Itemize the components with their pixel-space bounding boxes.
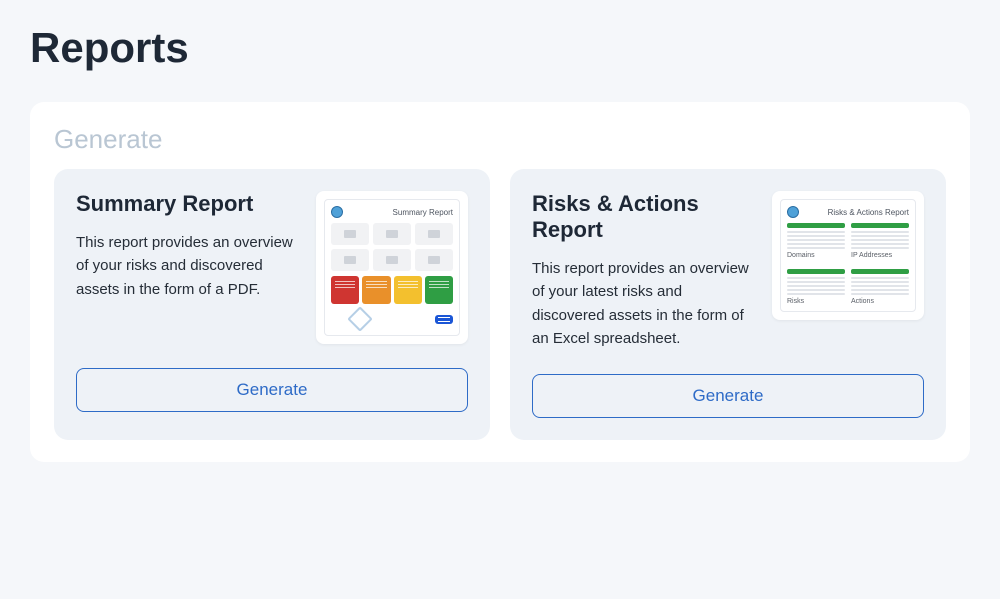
risks-card-description: This report provides an overview of your… (532, 257, 756, 350)
risks-section-label: Actions (851, 298, 909, 305)
risks-preview-title: Risks & Actions Report (828, 208, 909, 217)
summary-preview-severity-row (331, 276, 453, 304)
summary-preview-title: Summary Report (393, 208, 453, 217)
generate-risks-button[interactable]: Generate (532, 374, 924, 418)
severity-tile-high (362, 276, 390, 304)
severity-tile-low (425, 276, 453, 304)
risks-preview-section-risks: Risks (787, 265, 845, 305)
kpi-cell (331, 249, 369, 271)
risks-card-title: Risks & Actions Report (532, 191, 756, 243)
kpi-cell (415, 223, 453, 245)
risks-section-label: Domains (787, 252, 845, 259)
generate-summary-button[interactable]: Generate (76, 368, 468, 412)
severity-tile-medium (394, 276, 422, 304)
card-text: Risks & Actions Report This report provi… (532, 191, 756, 350)
cards-row: Summary Report This report provides an o… (54, 169, 946, 440)
card-top: Risks & Actions Report This report provi… (532, 191, 924, 350)
summary-card-title: Summary Report (76, 191, 300, 217)
logo-icon (787, 206, 799, 218)
risks-report-preview: Risks & Actions Report Domains (772, 191, 924, 320)
risks-preview-section-ip-addresses: IP Addresses (851, 223, 909, 259)
kpi-cell (415, 249, 453, 271)
risks-section-label: IP Addresses (851, 252, 909, 259)
diamond-icon (347, 306, 372, 331)
kpi-cell (373, 223, 411, 245)
preview-header: Risks & Actions Report (787, 206, 909, 218)
card-risks-actions-report: Risks & Actions Report This report provi… (510, 169, 946, 440)
risks-preview-grid: Domains IP Addresses Ri (787, 223, 909, 305)
panel-title: Generate (54, 124, 946, 155)
page-title: Reports (30, 24, 970, 72)
kpi-cell (373, 249, 411, 271)
summary-card-description: This report provides an overview of your… (76, 231, 300, 301)
severity-tile-critical (331, 276, 359, 304)
card-text: Summary Report This report provides an o… (76, 191, 300, 301)
risks-preview-page: Risks & Actions Report Domains (780, 199, 916, 312)
kpi-cell (331, 223, 369, 245)
risks-preview-section-domains: Domains (787, 223, 845, 259)
logo-icon (331, 206, 343, 218)
summary-preview-kpi-grid (331, 223, 453, 271)
card-summary-report: Summary Report This report provides an o… (54, 169, 490, 440)
chart-pill-icon (435, 315, 453, 324)
summary-preview-footer (331, 309, 453, 329)
risks-section-label: Risks (787, 298, 845, 305)
generate-panel: Generate Summary Report This report prov… (30, 102, 970, 462)
preview-header: Summary Report (331, 206, 453, 218)
summary-preview-page: Summary Report (324, 199, 460, 336)
risks-preview-section-actions: Actions (851, 265, 909, 305)
summary-report-preview: Summary Report (316, 191, 468, 344)
card-top: Summary Report This report provides an o… (76, 191, 468, 344)
